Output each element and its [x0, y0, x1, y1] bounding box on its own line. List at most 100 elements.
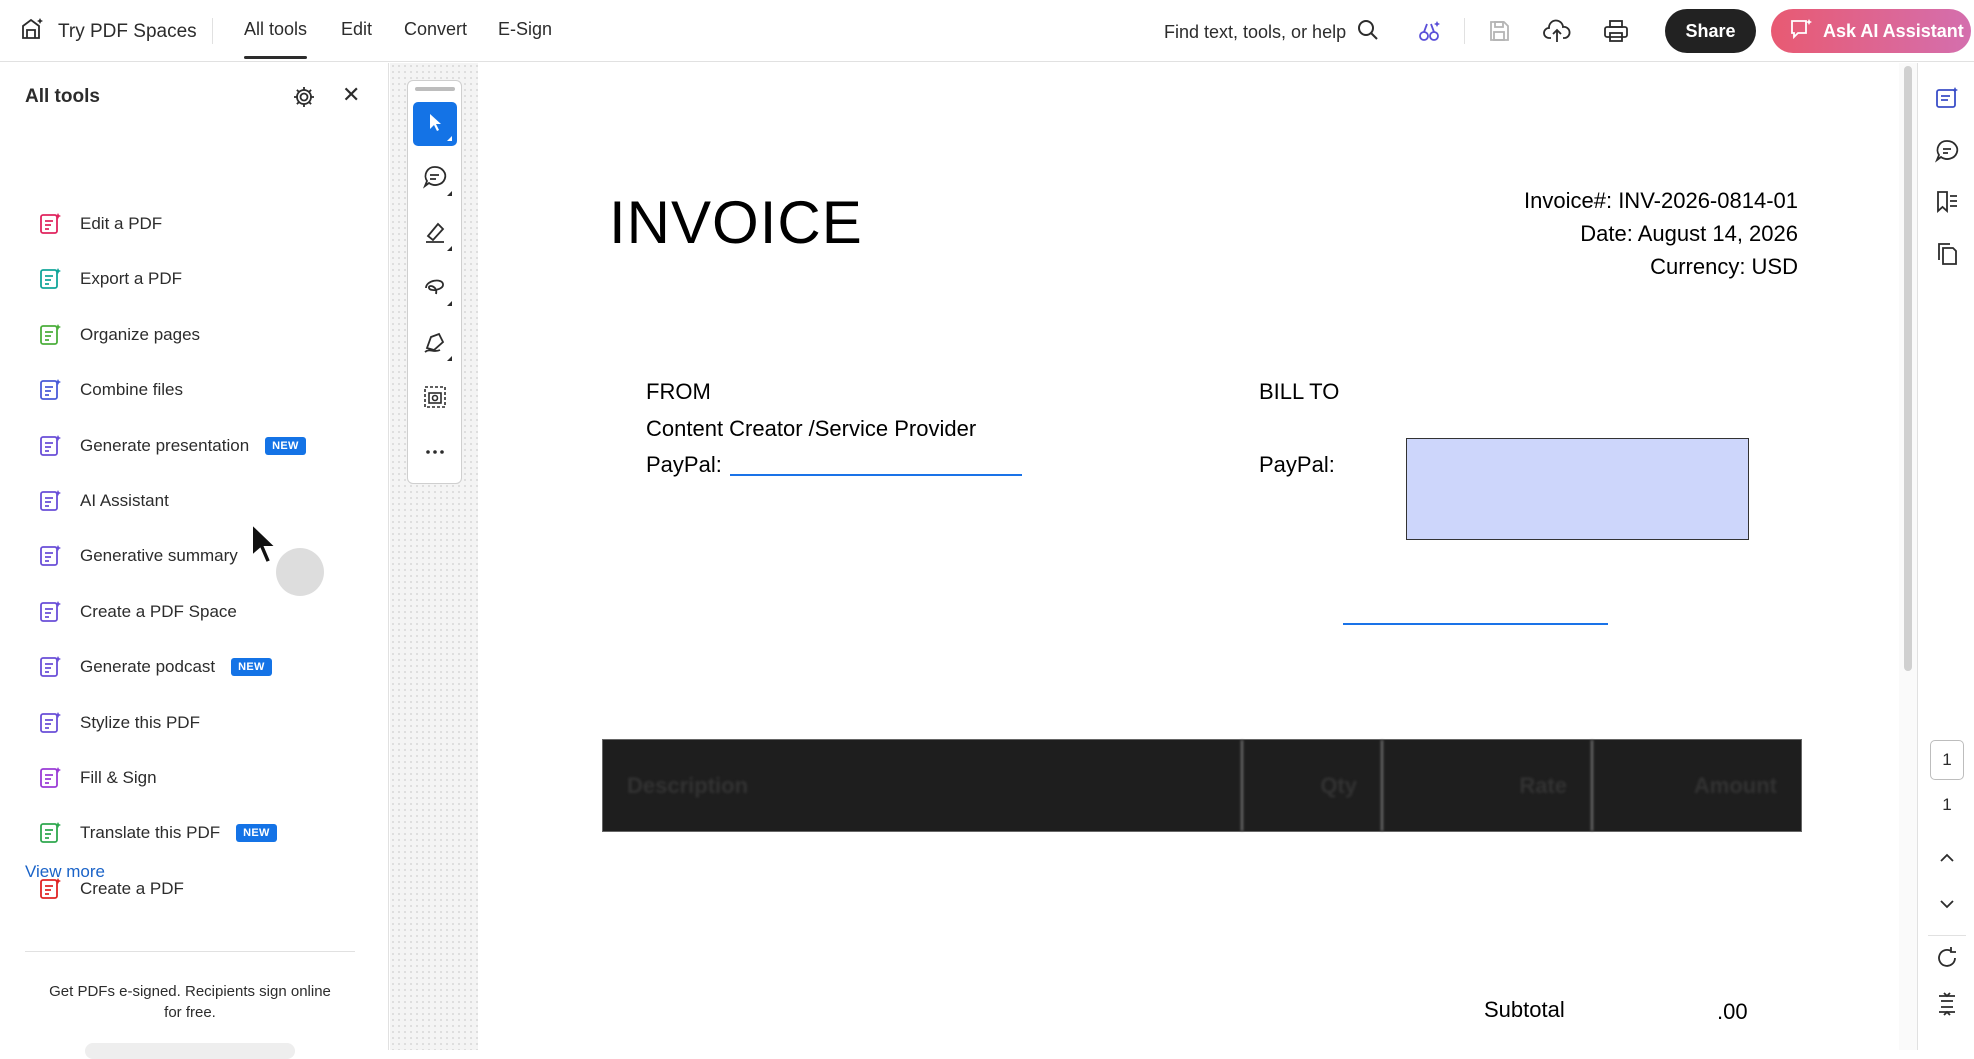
- refresh-icon[interactable]: [1932, 943, 1962, 973]
- invoice-number: Invoice#: INV-2026-0814-01: [1524, 188, 1798, 213]
- column-header: Qty: [1243, 740, 1383, 831]
- draw-tool[interactable]: [413, 267, 457, 311]
- from-name: Content Creator /Service Provider: [646, 416, 977, 441]
- ask-ai-label: Ask AI Assistant: [1823, 20, 1964, 41]
- ai-assistant-icon: [36, 487, 64, 515]
- pdf-spaces-link[interactable]: Try PDF Spaces: [20, 16, 197, 48]
- new-badge: NEW: [236, 824, 277, 843]
- close-icon[interactable]: ✕: [342, 84, 360, 106]
- highlight-tool[interactable]: [413, 212, 457, 256]
- tab-all-tools[interactable]: All tools: [244, 19, 308, 59]
- signature-tool[interactable]: [413, 322, 457, 366]
- podcast-icon: [36, 653, 64, 681]
- more-tools[interactable]: [413, 431, 457, 475]
- bookmarks-icon[interactable]: [1932, 187, 1962, 217]
- tool-item[interactable]: Export a PDF: [36, 259, 366, 299]
- snapshot-tool[interactable]: [413, 377, 457, 421]
- tool-label: AI Assistant: [80, 491, 169, 510]
- invoice-meta: Invoice#: INV-2026-0814-01 Date: August …: [1524, 184, 1798, 283]
- tool-item[interactable]: Generate presentation NEW: [36, 426, 366, 466]
- tab-e-sign[interactable]: E-Sign: [498, 19, 552, 40]
- tool-item[interactable]: Create a PDF Space: [36, 592, 366, 632]
- save-icon[interactable]: [1484, 16, 1514, 46]
- signature-icon: [422, 329, 448, 360]
- search-icon: [1356, 18, 1380, 47]
- fit-page-icon[interactable]: [1932, 989, 1962, 1019]
- view-more-link[interactable]: View more: [25, 862, 105, 882]
- bill-to-heading: BILL TO: [1259, 379, 1340, 404]
- tool-label: Generate podcast: [80, 657, 216, 677]
- tool-item[interactable]: Fill & Sign: [36, 758, 366, 798]
- column-header: Description: [603, 740, 1243, 831]
- new-badge: NEW: [231, 658, 272, 677]
- new-badge: NEW: [265, 436, 306, 455]
- page-number-input[interactable]: 1: [1930, 740, 1964, 780]
- tool-label: Export a PDF: [80, 269, 183, 289]
- scrollbar-thumb[interactable]: [1904, 66, 1912, 671]
- column-header: Amount: [1693, 772, 1777, 798]
- tool-item[interactable]: AI Assistant: [36, 481, 366, 521]
- divider: [212, 18, 213, 44]
- pages-icon[interactable]: [1932, 239, 1962, 269]
- tool-label: Fill & Sign: [80, 768, 157, 787]
- divider: [1928, 935, 1966, 936]
- promo-button[interactable]: [85, 1043, 295, 1059]
- comment-tool[interactable]: [413, 157, 457, 201]
- vertical-scrollbar[interactable]: [1899, 63, 1917, 1050]
- panel-title: All tools: [25, 86, 100, 107]
- right-rail: 1 1: [1917, 63, 1974, 1050]
- from-paypal-label: PayPal:: [646, 452, 722, 477]
- tool-label: Create a PDF Space: [80, 601, 237, 621]
- subtotal-value: .00: [1717, 999, 1748, 1024]
- tool-item[interactable]: Generate podcast NEW: [36, 647, 366, 687]
- ask-ai-assistant-button[interactable]: Ask AI Assistant: [1771, 9, 1971, 53]
- tool-label: Combine files: [80, 380, 183, 400]
- share-button[interactable]: Share: [1665, 9, 1756, 53]
- tab-convert[interactable]: Convert: [404, 19, 467, 40]
- pdf-space-icon: [36, 598, 64, 626]
- select-icon: [424, 111, 446, 138]
- gear-icon[interactable]: [292, 85, 316, 114]
- chevron-down-icon[interactable]: [1932, 889, 1962, 919]
- tool-item[interactable]: Edit a PDF: [36, 204, 366, 244]
- invoice-currency: Currency: USD: [1650, 254, 1798, 279]
- print-icon[interactable]: [1601, 16, 1631, 46]
- toolbar-drag-handle[interactable]: [415, 87, 455, 91]
- tool-item[interactable]: Stylize this PDF: [36, 703, 366, 743]
- stylize-icon: [36, 709, 64, 737]
- tab-edit[interactable]: Edit: [341, 19, 372, 40]
- search-tools[interactable]: Find text, tools, or help: [1164, 18, 1380, 47]
- invoice-date: Date: August 14, 2026: [1580, 221, 1798, 246]
- pdf-page: INVOICE Invoice#: INV-2026-0814-01 Date:…: [479, 63, 1899, 1050]
- page-total: 1: [1942, 795, 1952, 814]
- draw-icon: [422, 274, 448, 305]
- invoice-title: INVOICE: [609, 189, 863, 256]
- snapshot-icon: [422, 384, 448, 415]
- chevron-up-icon[interactable]: [1932, 843, 1962, 873]
- bill-paypal-label: PayPal:: [1259, 452, 1335, 477]
- select-tool[interactable]: [413, 102, 457, 146]
- tool-item[interactable]: Translate this PDF NEW: [36, 813, 366, 853]
- esign-promo-text: Get PDFs e-signed. Recipients sign onlin…: [49, 983, 331, 1021]
- quick-tools-toolbar: [407, 80, 462, 484]
- tool-item[interactable]: Combine files: [36, 370, 366, 410]
- mouse-cursor-icon: [250, 521, 284, 571]
- translate-icon: [36, 819, 64, 847]
- fill-sign-icon: [36, 764, 64, 792]
- top-bar: Try PDF Spaces All tools Edit Convert E-…: [0, 0, 1974, 62]
- generate-presentation-icon: [36, 432, 64, 460]
- edit-pdf-icon: [36, 210, 64, 238]
- ai-summary-icon[interactable]: [1932, 83, 1962, 113]
- from-paypal-field[interactable]: [730, 474, 1022, 476]
- tool-item[interactable]: Organize pages: [36, 315, 366, 355]
- bill-to-field[interactable]: [1343, 623, 1608, 625]
- tool-label: Stylize this PDF: [80, 712, 200, 732]
- comments-icon[interactable]: [1932, 136, 1962, 166]
- comment-icon: [422, 164, 448, 195]
- ai-tools-icon[interactable]: [1414, 16, 1444, 46]
- search-label: Find text, tools, or help: [1164, 22, 1347, 42]
- bill-paypal-field[interactable]: [1406, 438, 1749, 540]
- organize-pages-icon: [36, 321, 64, 349]
- ai-assistant-icon: [1789, 17, 1813, 46]
- upload-icon[interactable]: [1542, 16, 1572, 46]
